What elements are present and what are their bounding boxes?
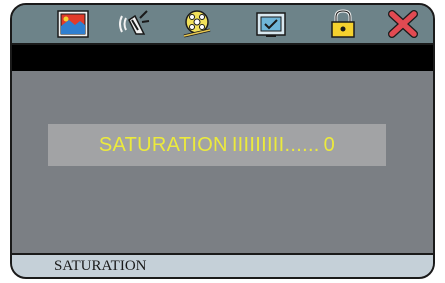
lock-icon[interactable] <box>326 8 360 40</box>
sound-icon[interactable] <box>116 8 150 40</box>
osd-frame: SATURATION IIIIIIIII...... 0 SATURATION <box>10 3 435 279</box>
osd-toolbar <box>12 5 433 45</box>
menu-title-bar <box>12 45 433 71</box>
status-bar: SATURATION <box>12 253 433 277</box>
picture-icon[interactable] <box>56 8 90 40</box>
tv-check-icon[interactable] <box>254 8 288 40</box>
film-reel-icon[interactable] <box>180 8 214 40</box>
saturation-control[interactable]: SATURATION IIIIIIIII...... 0 <box>48 124 386 166</box>
saturation-value: 0 <box>323 133 336 156</box>
osd-content: SATURATION IIIIIIIII...... 0 <box>12 71 433 258</box>
status-text: SATURATION <box>54 257 147 274</box>
close-icon[interactable] <box>386 8 420 40</box>
saturation-label: SATURATION <box>98 133 228 156</box>
saturation-level-bar: IIIIIIIII...... <box>231 133 320 156</box>
